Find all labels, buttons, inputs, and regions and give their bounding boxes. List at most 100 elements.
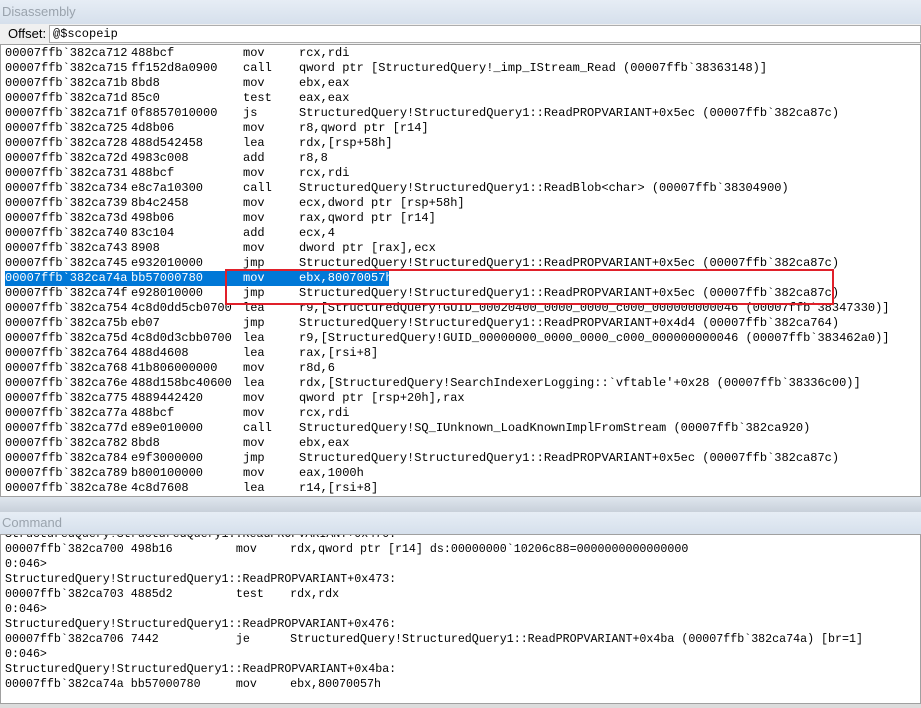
address: 00007ffb`382ca75d xyxy=(5,331,128,345)
address: 00007ffb`382ca74a xyxy=(5,271,128,285)
operands: dword ptr [rax],ecx xyxy=(299,241,436,255)
command-input-edge[interactable] xyxy=(0,704,921,708)
address: 00007ffb`382ca782 xyxy=(5,436,128,450)
mnemonic: mov xyxy=(243,361,265,375)
operands: rax,[rsi+8] xyxy=(299,346,379,360)
mnemonic: mov xyxy=(243,46,265,60)
operands: rcx,rdi xyxy=(299,166,350,180)
operands: rdx,qword ptr [r14] ds:00000000`10206c88… xyxy=(290,542,689,556)
disassembly-listing[interactable]: 00007ffb`382ca78e 4c8d7608 lea r14,[rsi+8] 0… xyxy=(0,44,921,497)
mnemonic: mov xyxy=(243,76,265,90)
address: 00007ffb`382ca74a bb57000780 xyxy=(5,677,201,691)
opcode-bytes: 8bd8 xyxy=(131,436,160,450)
annotation-highlight-box xyxy=(225,269,834,305)
address: 00007ffb`382ca731 xyxy=(5,166,128,180)
address: 00007ffb`382ca77a xyxy=(5,406,128,420)
mnemonic: lea xyxy=(243,331,265,345)
opcode-bytes: 488d158bc40600 xyxy=(131,376,232,390)
address: 00007ffb`382ca728 xyxy=(5,136,128,150)
address: 00007ffb`382ca715 xyxy=(5,61,128,75)
operands: rax,qword ptr [r14] xyxy=(299,211,436,225)
operands: qword ptr [StructuredQuery!_imp_IStream_… xyxy=(299,61,768,75)
mnemonic: mov xyxy=(243,406,265,420)
address: 00007ffb`382ca784 xyxy=(5,451,128,465)
mnemonic: mov xyxy=(243,391,265,405)
address: 00007ffb`382ca743 xyxy=(5,241,128,255)
mnemonic: call xyxy=(243,421,272,435)
opcode-bytes: 488bcf xyxy=(131,46,175,60)
operands: r9,[StructuredQuery!GUID_00000000_0000_0… xyxy=(299,331,890,345)
mnemonic: call xyxy=(243,61,272,75)
operands: StructuredQuery!SQ_IUnknown_LoadKnownImp… xyxy=(299,421,811,435)
address: 00007ffb`382ca78e xyxy=(5,481,128,495)
mnemonic: mov xyxy=(243,121,265,135)
mnemonic: lea xyxy=(243,346,265,360)
operands: ecx,dword ptr [rsp+58h] xyxy=(299,196,465,210)
address: StructuredQuery!StructuredQuery1::ReadPR… xyxy=(5,662,397,676)
opcode-bytes: 4c8d0dd5cb0700 xyxy=(131,301,232,315)
operands: r14,[rsi+8] xyxy=(299,481,379,495)
disassembly-title: Disassembly xyxy=(0,0,921,24)
mnemonic: jmp xyxy=(243,451,265,465)
operands: rcx,rdi xyxy=(299,406,350,420)
address: 0:046> xyxy=(5,602,47,616)
address: 00007ffb`382ca77d xyxy=(5,421,128,435)
address: 00007ffb`382ca740 xyxy=(5,226,128,240)
mnemonic: lea xyxy=(243,481,265,495)
opcode-bytes: 4c8d0d3cbb0700 xyxy=(131,331,232,345)
opcode-bytes: ff152d8a0900 xyxy=(131,61,218,75)
opcode-bytes: 0f8857010000 xyxy=(131,106,218,120)
pane-splitter[interactable] xyxy=(0,497,921,512)
mnemonic: mov xyxy=(243,211,265,225)
opcode-bytes: 8b4c2458 xyxy=(131,196,189,210)
offset-input[interactable]: @$scopeip xyxy=(49,25,921,43)
mnemonic: jmp xyxy=(243,316,265,330)
operands: rdx,[StructuredQuery!SearchIndexerLoggin… xyxy=(299,376,861,390)
mnemonic: js xyxy=(243,106,258,120)
operands: r8d,6 xyxy=(299,361,336,375)
operands: r8,qword ptr [r14] xyxy=(299,121,429,135)
opcode-bytes: 488bcf xyxy=(131,166,175,180)
mnemonic: mov xyxy=(243,166,265,180)
operands: eax,1000h xyxy=(299,466,364,480)
operands: qword ptr [rsp+20h],rax xyxy=(299,391,465,405)
address: 00007ffb`382ca71f xyxy=(5,106,128,120)
opcode-bytes: 488d4608 xyxy=(131,346,189,360)
opcode-bytes: e89e010000 xyxy=(131,421,204,435)
offset-bar: Offset: @$scopeip xyxy=(0,24,921,44)
command-title: Command xyxy=(0,512,921,534)
address: 00007ffb`382ca764 xyxy=(5,346,128,360)
operands: eax,eax xyxy=(299,91,350,105)
mnemonic: mov xyxy=(243,466,265,480)
opcode-bytes: bb57000780 xyxy=(131,271,204,285)
mnemonic: lea xyxy=(243,136,265,150)
operands: StructuredQuery!StructuredQuery1::ReadBl… xyxy=(299,181,789,195)
opcode-bytes: e9f3000000 xyxy=(131,451,204,465)
opcode-bytes: eb07 xyxy=(131,316,160,330)
address: 00007ffb`382ca734 xyxy=(5,181,128,195)
mnemonic: lea xyxy=(243,376,265,390)
address: StructuredQuery!StructuredQuery1::ReadPR… xyxy=(5,534,397,541)
operands: ebx,eax xyxy=(299,76,350,90)
address: 00007ffb`382ca76e xyxy=(5,376,128,390)
command-output[interactable]: StructuredQuery!StructuredQuery1::ReadPR… xyxy=(0,534,921,704)
opcode-bytes: 41b806000000 xyxy=(131,361,218,375)
offset-label: Offset: xyxy=(8,26,47,41)
address: 00007ffb`382ca73d xyxy=(5,211,128,225)
mnemonic: je xyxy=(235,632,250,646)
opcode-bytes: 488bcf xyxy=(131,406,175,420)
operands: StructuredQuery!StructuredQuery1::ReadPR… xyxy=(299,106,840,120)
address: 00007ffb`382ca739 xyxy=(5,196,128,210)
address: 00007ffb`382ca74f xyxy=(5,286,128,300)
mnemonic: mov xyxy=(235,542,257,556)
opcode-bytes: 4d8b06 xyxy=(131,121,175,135)
opcode-bytes: 8908 xyxy=(131,241,160,255)
address: 00007ffb`382ca72d xyxy=(5,151,128,165)
opcode-bytes: 498b06 xyxy=(131,211,175,225)
operands: ecx,4 xyxy=(299,226,336,240)
mnemonic: test xyxy=(235,587,264,601)
mnemonic: mov xyxy=(243,436,265,450)
address: 00007ffb`382ca789 xyxy=(5,466,128,480)
address: 00007ffb`382ca745 xyxy=(5,256,128,270)
operands: StructuredQuery!StructuredQuery1::ReadPR… xyxy=(299,451,840,465)
